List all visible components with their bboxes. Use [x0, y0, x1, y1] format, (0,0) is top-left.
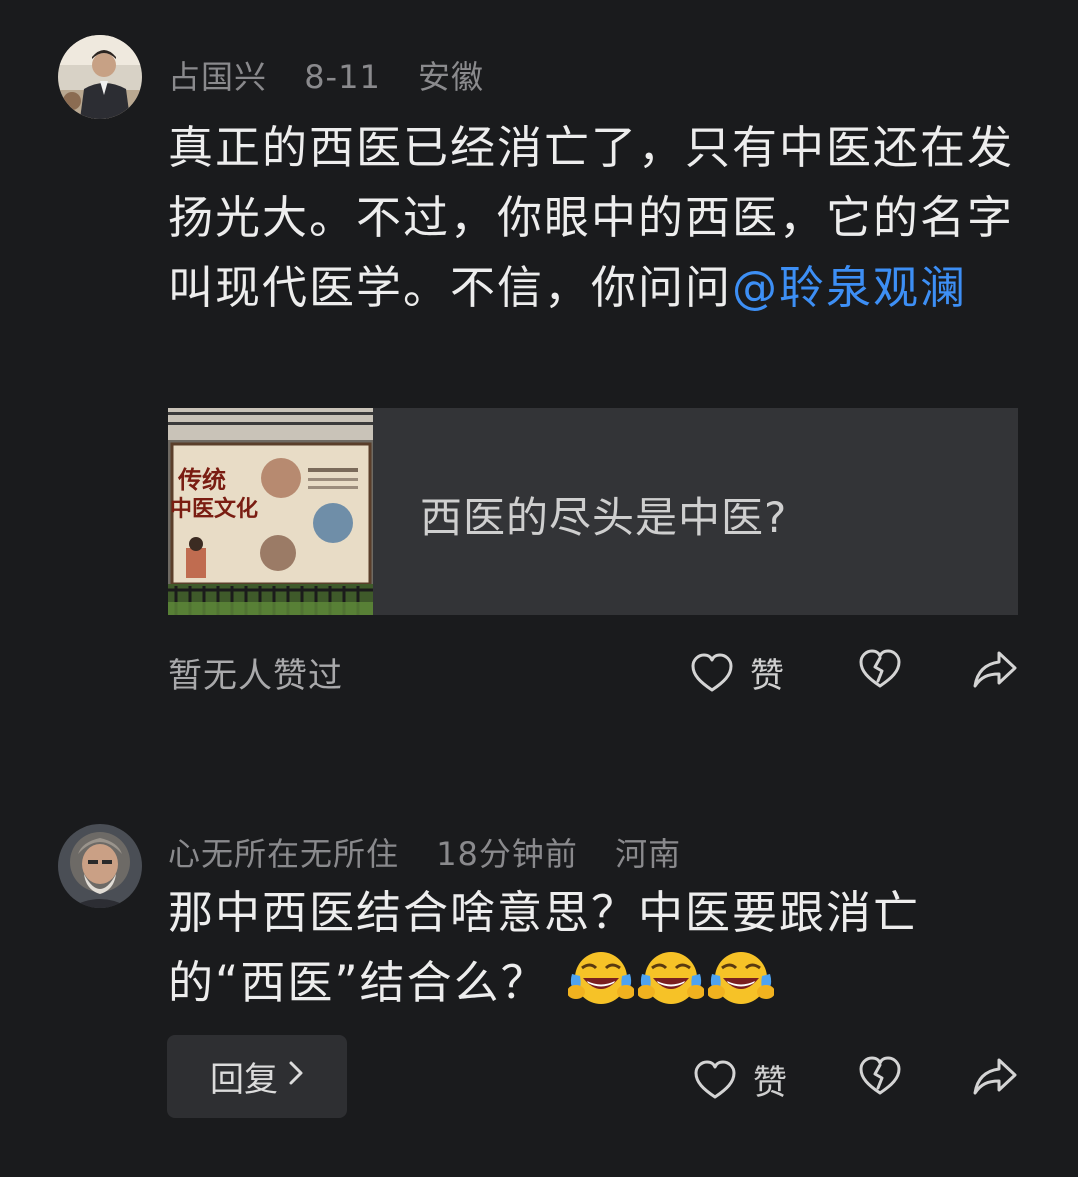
comment-text: 真正的西医已经消亡了，只有中医还在发扬光大。不过，你眼中的西医，它的名字叫现代医… — [168, 113, 1028, 323]
broken-heart-icon — [858, 1055, 902, 1097]
share-button[interactable] — [972, 648, 1018, 690]
thumbnail-calligraphy-1: 传统 — [177, 465, 226, 494]
dislike-button[interactable] — [858, 648, 902, 690]
laugh-cry-emoji — [706, 948, 775, 1028]
likes-status: 暂无人赞过 — [168, 656, 343, 696]
share-button[interactable] — [972, 1055, 1018, 1097]
heart-icon — [690, 652, 734, 694]
like-label: 赞 — [753, 1063, 787, 1103]
like-button[interactable]: 赞 — [690, 648, 784, 697]
like-button[interactable]: 赞 — [693, 1055, 787, 1104]
thumbnail-calligraphy-2: 中医文化 — [170, 496, 258, 522]
avatar[interactable] — [58, 824, 142, 908]
comment-text-plain: 那中西医结合啥意思？中医要跟消亡的“西医”结合么？ — [168, 886, 921, 1009]
comment-meta: 心无所在无所住 18分钟前 河南 — [168, 829, 707, 875]
link-card[interactable]: 传统 中医文化 西医的尽头是中医? — [168, 408, 1018, 615]
like-label: 赞 — [750, 656, 784, 696]
laugh-cry-emoji — [636, 948, 705, 1028]
comment-date: 18分钟前 — [436, 835, 578, 873]
author-name[interactable]: 占国兴 — [168, 58, 267, 96]
comment-location: 安徽 — [417, 58, 484, 96]
comment-text: 那中西医结合啥意思？中医要跟消亡的“西医”结合么？ — [168, 878, 1018, 1028]
chevron-right-icon — [288, 1059, 304, 1094]
link-card-title[interactable]: 西医的尽头是中医? — [420, 484, 787, 545]
laugh-cry-emoji — [566, 948, 635, 1028]
share-arrow-icon — [972, 1055, 1018, 1097]
share-arrow-icon — [972, 648, 1018, 690]
comment-meta: 占国兴 8-11 安徽 — [168, 52, 510, 98]
comment-location: 河南 — [615, 835, 682, 873]
broken-heart-icon — [858, 648, 902, 690]
reply-label: 回复 — [210, 1060, 278, 1100]
emoji-group — [564, 952, 775, 1009]
comment-date: 8-11 — [304, 58, 381, 96]
dislike-button[interactable] — [858, 1055, 902, 1097]
heart-icon — [693, 1059, 737, 1101]
link-card-thumbnail: 传统 中医文化 — [168, 408, 373, 615]
avatar[interactable] — [58, 35, 142, 119]
mention-link[interactable]: @聆泉观澜 — [732, 261, 967, 314]
author-name[interactable]: 心无所在无所住 — [168, 835, 399, 873]
reply-button[interactable]: 回复 — [167, 1035, 347, 1118]
